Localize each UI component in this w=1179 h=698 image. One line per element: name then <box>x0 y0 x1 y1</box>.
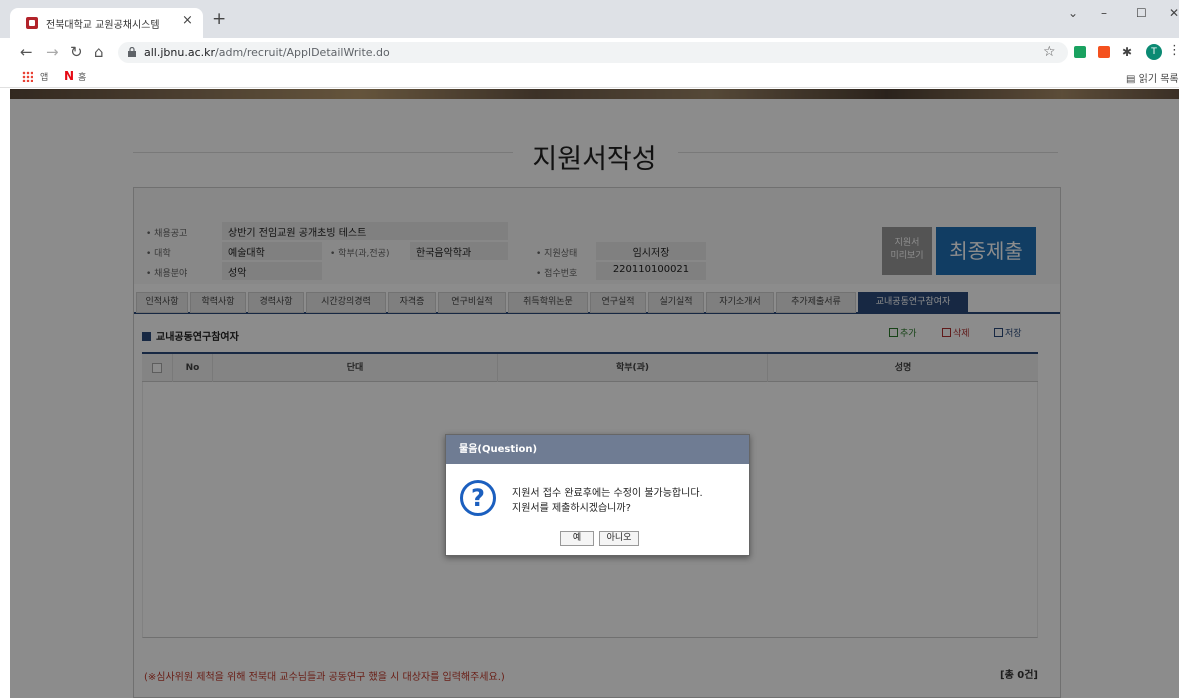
close-window-icon[interactable]: ✕ <box>1169 6 1179 20</box>
minimize-icon[interactable]: – <box>1101 6 1107 20</box>
home-icon[interactable]: ⌂ <box>94 43 104 61</box>
bookmark-home[interactable]: 홈 <box>78 70 86 83</box>
address-toolbar: ← → ↻ ⌂ all.jbnu.ac.kr/adm/recruit/ApplD… <box>0 38 1179 66</box>
profile-avatar[interactable]: T <box>1146 44 1162 60</box>
dialog-title: 물음(Question) <box>446 435 749 464</box>
question-icon: ? <box>460 480 496 516</box>
apps-icon[interactable] <box>22 71 33 82</box>
puzzle-icon[interactable]: ✱ <box>1122 46 1134 58</box>
tab-title: 전북대학교 교원공채시스템 <box>46 20 160 31</box>
modal-overlay[interactable] <box>10 89 1179 698</box>
dialog-message-line-1: 지원서 접수 완료후에는 수정이 불가능합니다. <box>512 488 703 499</box>
lock-icon <box>128 47 136 57</box>
browser-window: 전북대학교 교원공채시스템 × + ⌄ – ☐ ✕ ← → ↻ ⌂ all.jb… <box>0 0 1179 698</box>
extension-icon[interactable] <box>1098 46 1110 58</box>
no-button[interactable]: 아니오 <box>599 531 639 546</box>
yes-button[interactable]: 예 <box>560 531 594 546</box>
reading-list[interactable]: ▤ 읽기 목록 <box>1126 70 1179 85</box>
university-favicon-icon <box>26 17 38 29</box>
tab-search-icon[interactable]: ⌄ <box>1068 6 1078 20</box>
new-tab-icon[interactable]: + <box>212 9 226 29</box>
url-text: all.jbnu.ac.kr/adm/recruit/ApplDetailWri… <box>144 46 390 59</box>
menu-icon[interactable]: ⋮ <box>1168 43 1179 58</box>
forward-icon[interactable]: → <box>46 43 59 61</box>
extension-icon[interactable] <box>1074 46 1086 58</box>
confirm-dialog: 물음(Question) ? 지원서 접수 완료후에는 수정이 불가능합니다. … <box>445 434 750 556</box>
netflix-icon[interactable]: N <box>64 69 74 83</box>
bookmarks-bar: 앱 N 홈 ▤ 읽기 목록 <box>0 66 1179 88</box>
page-content: 지원서작성 • 채용공고 상반기 전임교원 공개초빙 테스트 • 대학 예술대학… <box>10 89 1179 698</box>
browser-tab[interactable]: 전북대학교 교원공채시스템 × <box>10 8 203 38</box>
bookmark-star-icon[interactable]: ☆ <box>1043 44 1056 60</box>
reload-icon[interactable]: ↻ <box>70 43 83 61</box>
maximize-icon[interactable]: ☐ <box>1136 6 1147 20</box>
dialog-message: 지원서 접수 완료후에는 수정이 불가능합니다. 지원서를 제출하시겠습니까? <box>512 486 703 516</box>
bookmark-apps[interactable]: 앱 <box>40 70 48 83</box>
dialog-message-line-2: 지원서를 제출하시겠습니까? <box>512 503 631 514</box>
address-bar[interactable]: all.jbnu.ac.kr/adm/recruit/ApplDetailWri… <box>118 42 1068 63</box>
back-icon[interactable]: ← <box>20 43 33 61</box>
reading-list-icon: ▤ <box>1126 74 1139 85</box>
close-tab-icon[interactable]: × <box>182 13 193 28</box>
tab-strip: 전북대학교 교원공채시스템 × + ⌄ – ☐ ✕ <box>0 0 1179 38</box>
